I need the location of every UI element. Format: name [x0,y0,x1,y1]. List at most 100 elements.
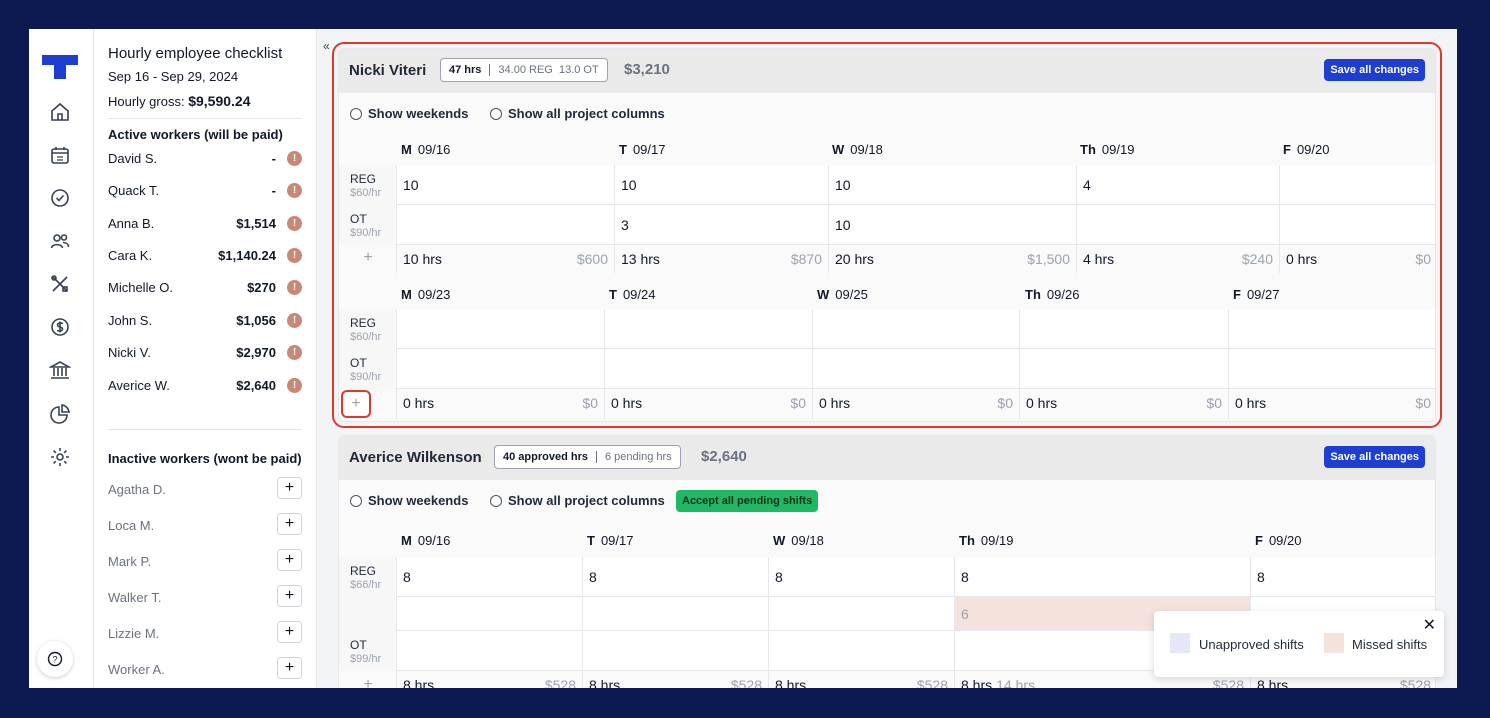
active-worker-item[interactable]: Anna B. $1,514! [108,214,302,234]
add-row-icon[interactable]: + [339,676,397,688]
reg-row-label: REG $66/hr [339,557,397,631]
reg-hours-cell[interactable] [768,597,954,631]
dollar-icon[interactable] [49,316,71,338]
show-weekends-radio[interactable]: Show weekends [350,106,468,121]
reg-hours-cell[interactable] [1279,165,1435,205]
add-worker-button[interactable]: + [277,549,302,571]
pie-chart-icon[interactable] [49,403,71,425]
checklist-title: Hourly employee checklist [108,45,283,62]
reg-hours-cell[interactable] [396,309,604,349]
worker-name: Mark P. [108,554,152,569]
reg-hours-cell[interactable] [396,597,582,631]
reg-hours-cell[interactable]: 10 [828,165,1076,205]
worker-name: Nicki V. [108,345,151,360]
active-worker-item[interactable]: David S. -! [108,149,302,169]
active-worker-item[interactable]: Averice W. $2,640! [108,376,302,396]
reg-hours-cell[interactable] [604,309,812,349]
ot-hours: 13.0 OT [558,64,599,76]
tools-icon[interactable] [49,273,71,295]
reg-hours-cell[interactable]: 8 [954,557,1250,597]
save-all-changes-button[interactable]: Save all changes [1324,59,1425,81]
gear-icon[interactable] [49,446,71,468]
worker-amount: $1,056 [236,313,276,328]
bank-icon[interactable] [49,359,71,381]
ot-hours-cell[interactable] [396,205,614,245]
check-circle-icon[interactable] [49,187,71,209]
help-button[interactable]: ? [37,641,73,677]
add-worker-button[interactable]: + [277,585,302,607]
users-icon[interactable] [49,230,71,252]
ot-hours-cell[interactable] [396,349,604,389]
ot-hours-cell[interactable] [768,631,954,671]
reg-hours-cell[interactable]: 8 [1250,557,1435,597]
reg-hours-cell[interactable]: 8 [396,557,582,597]
worker-name: Averice W. [108,378,170,393]
pay-period-dates: Sep 16 - Sep 29, 2024 [108,69,239,84]
reg-hours-cell[interactable] [582,597,768,631]
accept-pending-shifts-button[interactable]: Accept all pending shifts [676,490,819,512]
worker-amount: $1,514 [236,216,276,231]
ot-hours-cell[interactable] [396,631,582,671]
reg-hours-cell[interactable]: 8 [768,557,954,597]
worker-name: Cara K. [108,248,153,263]
reg-hours-cell[interactable]: 10 [396,165,614,205]
warning-icon: ! [287,183,302,198]
active-worker-item[interactable]: Cara K. $1,140.24! [108,246,302,266]
add-worker-button[interactable]: + [277,621,302,643]
active-worker-item[interactable]: Quack T. -! [108,181,302,201]
add-worker-button[interactable]: + [277,513,302,535]
inactive-worker-item: Mark P. + [108,549,302,573]
reg-hours-cell[interactable] [1019,309,1228,349]
active-worker-item[interactable]: John S. $1,056! [108,311,302,331]
worker-amount: $2,640 [236,378,276,393]
worker-amount: - [271,151,276,166]
employee-card-nicki: Nicki Viteri 47 hrs 34.00 REG 13.0 OT $3,… [332,42,1442,428]
brand-logo[interactable] [42,55,78,79]
reg-hours-cell[interactable]: 8 [582,557,768,597]
ot-row-label: OT $90/hr [339,205,397,245]
show-project-columns-radio[interactable]: Show all project columns [490,493,665,508]
day-header: M 09/23 [401,287,451,302]
reg-hours-cell[interactable] [1228,309,1435,349]
ot-hours-cell[interactable] [582,631,768,671]
employee-amount: $2,640 [701,448,747,465]
worker-name: Agatha D. [108,482,166,497]
ot-hours-cell[interactable] [1019,349,1228,389]
add-row-button[interactable]: + [341,390,371,418]
worker-name: David S. [108,151,158,166]
reg-hours-cell[interactable]: 10 [614,165,828,205]
divider [108,118,302,119]
ot-hours-cell[interactable] [1076,205,1279,245]
employee-amount: $3,210 [624,61,670,78]
reg-hours-cell[interactable]: 4 [1076,165,1279,205]
add-worker-button[interactable]: + [277,477,302,499]
ot-hours-cell[interactable] [1279,205,1435,245]
close-icon[interactable]: ✕ [1423,615,1436,635]
employee-name: Nicki Viteri [349,62,427,79]
ot-hours-cell[interactable] [604,349,812,389]
ot-hours-cell[interactable]: 10 [828,205,1076,245]
inactive-worker-item: Loca M. + [108,513,302,537]
collapse-sidebar-icon[interactable]: « [323,39,330,53]
worker-amount: $2,970 [236,345,276,360]
home-icon[interactable] [49,101,71,123]
save-all-changes-button[interactable]: Save all changes [1324,446,1425,468]
day-total: 20 hrs $1,500 [828,245,1076,273]
ot-hours-cell[interactable] [812,349,1019,389]
day-total: 4 hrs $240 [1076,245,1279,273]
calendar-icon[interactable] [49,144,71,166]
ot-hours-cell[interactable] [1228,349,1435,389]
day-total: 8 hrs $528 [582,671,768,688]
show-weekends-radio[interactable]: Show weekends [350,493,468,508]
warning-icon: ! [287,378,302,393]
inactive-worker-item: Agatha D. + [108,477,302,501]
active-worker-item[interactable]: Michelle O. $270! [108,278,302,298]
day-header: W 09/18 [773,533,824,548]
show-project-columns-radio[interactable]: Show all project columns [490,106,665,121]
add-worker-button[interactable]: + [277,657,302,679]
active-worker-item[interactable]: Nicki V. $2,970! [108,343,302,363]
add-row-icon[interactable]: + [339,249,397,267]
ot-hours-cell[interactable]: 3 [614,205,828,245]
reg-hours-cell[interactable] [812,309,1019,349]
reg-row-label: REG $60/hr [339,309,397,349]
